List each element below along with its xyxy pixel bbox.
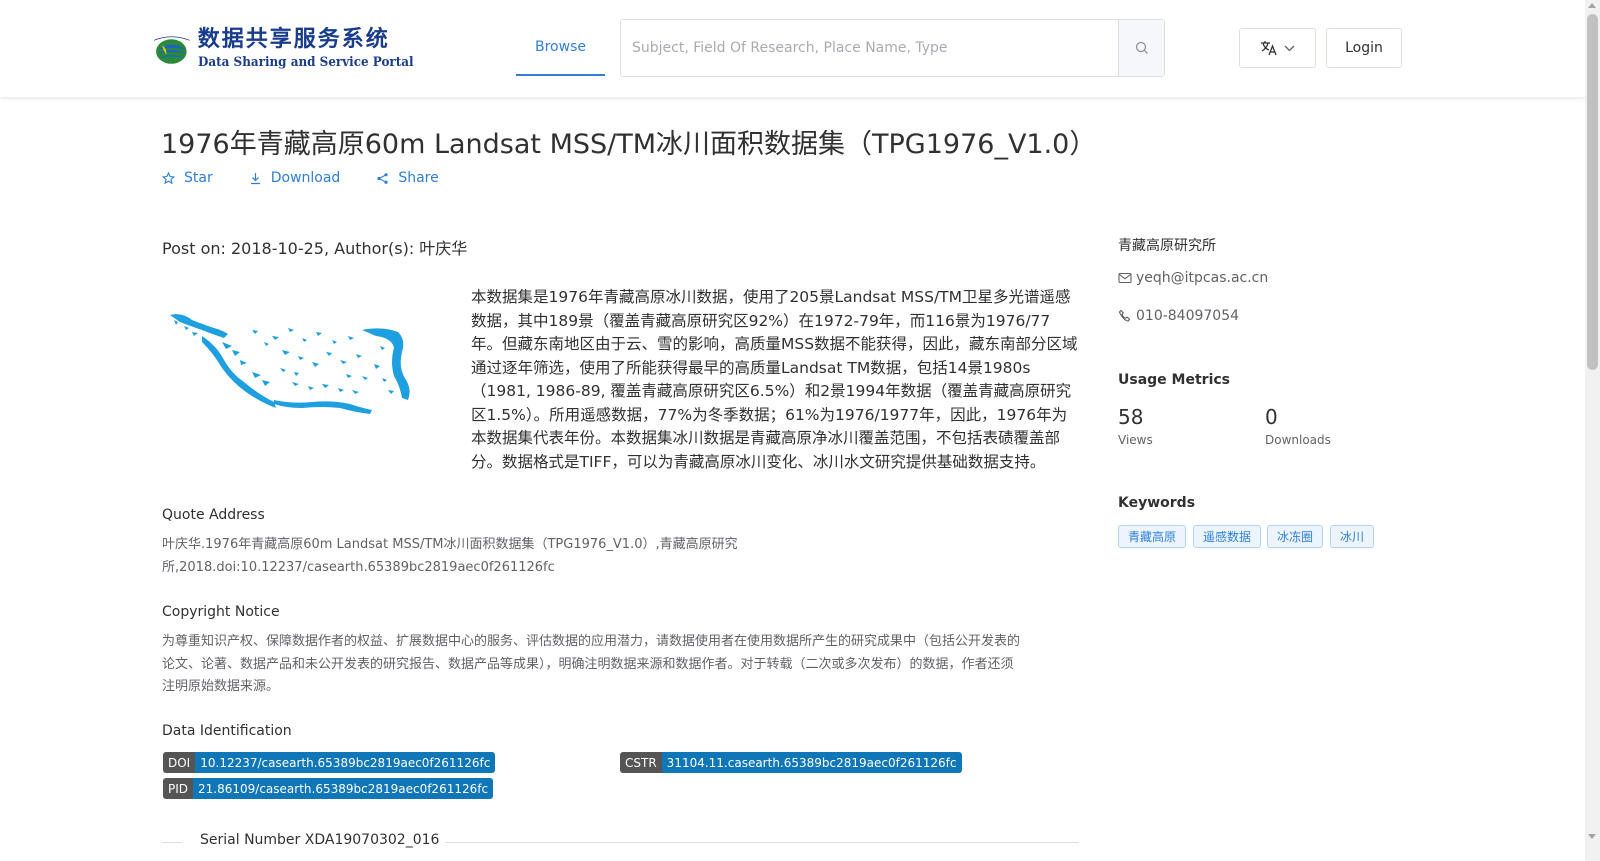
doi-badge[interactable]: DOI 10.12237/casearth.65389bc2819aec0f26… xyxy=(163,752,496,773)
globe-logo-icon xyxy=(153,36,190,64)
logo-english-text: Data Sharing and Service Portal xyxy=(197,55,414,70)
contact-email[interactable]: yeqh@itpcas.ac.cn xyxy=(1118,270,1268,286)
dataset-thumbnail-map xyxy=(170,314,410,414)
search-icon xyxy=(1135,41,1148,54)
star-button[interactable]: Star xyxy=(162,170,213,186)
star-label: Star xyxy=(184,170,213,186)
mail-icon xyxy=(1118,272,1132,284)
logo-chinese-text: 数据共享服务系统 xyxy=(197,27,390,52)
keyword-tag[interactable]: 青藏高原 xyxy=(1118,525,1187,548)
scroll-up-arrow-icon[interactable] xyxy=(1588,3,1596,8)
dataset-title: 1976年青藏高原60m Landsat MSS/TM冰川面积数据集（TPG19… xyxy=(161,129,1097,160)
copyright-line: 论文、论著、数据产品和未公开发表的研究报告、数据产品等成果），明确注明数据来源和… xyxy=(162,656,1014,672)
translate-icon xyxy=(1261,41,1277,56)
copyright-line: 为尊重知识产权、保障数据作者的权益、扩展数据中心的服务、评估数据的应用潜力，请数… xyxy=(162,634,1021,649)
keywords-heading: Keywords xyxy=(1118,495,1196,511)
scrollbar-thumb[interactable] xyxy=(1587,14,1598,370)
share-button[interactable]: Share xyxy=(376,170,439,186)
contact-phone[interactable]: 010-84097054 xyxy=(1118,308,1239,324)
scroll-down-arrow-icon[interactable] xyxy=(1588,834,1596,839)
downloads-count: 0 xyxy=(1265,405,1278,429)
star-icon xyxy=(162,171,175,184)
search-input[interactable] xyxy=(621,20,1118,76)
cstr-badge[interactable]: CSTR 31104.11.casearth.65389bc2819aec0f2… xyxy=(620,752,962,773)
downloads-label: Downloads xyxy=(1265,433,1331,447)
doi-value: 10.12237/casearth.65389bc2819aec0f261126… xyxy=(195,752,496,773)
serial-number: Serial Number XDA19070302_016 xyxy=(200,832,440,848)
post-meta: Post on: 2018-10-25, Author(s): 叶庆华 xyxy=(162,239,468,258)
views-label: Views xyxy=(1118,433,1153,447)
quote-line: 所,2018.doi:10.12237/casearth.65389bc2819… xyxy=(162,559,555,575)
dataset-actions: Star Download Share xyxy=(162,170,475,186)
copyright-text: 为尊重知识产权、保障数据作者的权益、扩展数据中心的服务、评估数据的应用潜力，请数… xyxy=(162,631,1020,699)
language-switch-button[interactable] xyxy=(1239,28,1316,68)
copyright-line: 注明原始数据来源。 xyxy=(162,679,280,694)
keyword-tag[interactable]: 遥感数据 xyxy=(1193,525,1262,548)
usage-metrics-heading: Usage Metrics xyxy=(1118,372,1230,388)
share-icon xyxy=(377,172,388,184)
nav-browse[interactable]: Browse xyxy=(516,20,605,76)
divider xyxy=(445,842,1079,843)
copyright-heading: Copyright Notice xyxy=(162,604,280,620)
data-identification-heading: Data Identification xyxy=(162,723,292,739)
pid-badge[interactable]: PID 21.86109/casearth.65389bc2819aec0f26… xyxy=(163,778,494,799)
download-icon xyxy=(250,172,260,184)
phone-text: 010-84097054 xyxy=(1136,308,1240,324)
quote-address-text: 叶庆华.1976年青藏高原60m Landsat MSS/TM冰川面积数据集（T… xyxy=(162,534,738,579)
search-bar xyxy=(620,19,1165,77)
keyword-tag[interactable]: 冰冻圈 xyxy=(1267,525,1324,548)
quote-line: 叶庆华.1976年青藏高原60m Landsat MSS/TM冰川面积数据集（T… xyxy=(162,537,738,552)
search-button[interactable] xyxy=(1118,20,1164,76)
views-count: 58 xyxy=(1118,405,1144,429)
page-scrollbar[interactable] xyxy=(1585,0,1600,861)
doi-key: DOI xyxy=(163,752,196,773)
phone-icon xyxy=(1118,309,1131,322)
chevron-down-icon xyxy=(1284,45,1295,51)
cstr-value: 31104.11.casearth.65389bc2819aec0f261126… xyxy=(661,752,962,773)
portal-logo[interactable]: 数据共享服务系统 Data Sharing and Service Portal xyxy=(152,20,432,80)
pid-key: PID xyxy=(163,778,194,799)
divider xyxy=(162,842,182,843)
email-text: yeqh@itpcas.ac.cn xyxy=(1136,270,1269,286)
share-label: Share xyxy=(398,170,439,186)
organization-name: 青藏高原研究所 xyxy=(1118,238,1216,254)
top-header: 数据共享服务系统 Data Sharing and Service Portal… xyxy=(0,0,1585,97)
download-label: Download xyxy=(270,170,341,186)
pid-value: 21.86109/casearth.65389bc2819aec0f261126… xyxy=(193,778,494,799)
keyword-tag[interactable]: 冰川 xyxy=(1330,525,1375,548)
login-button[interactable]: Login xyxy=(1326,28,1402,68)
dataset-description: 本数据集是1976年青藏高原冰川数据，使用了205景Landsat MSS/TM… xyxy=(471,288,1078,471)
cstr-key: CSTR xyxy=(620,752,662,773)
download-button[interactable]: Download xyxy=(249,170,341,186)
quote-address-heading: Quote Address xyxy=(162,507,265,523)
